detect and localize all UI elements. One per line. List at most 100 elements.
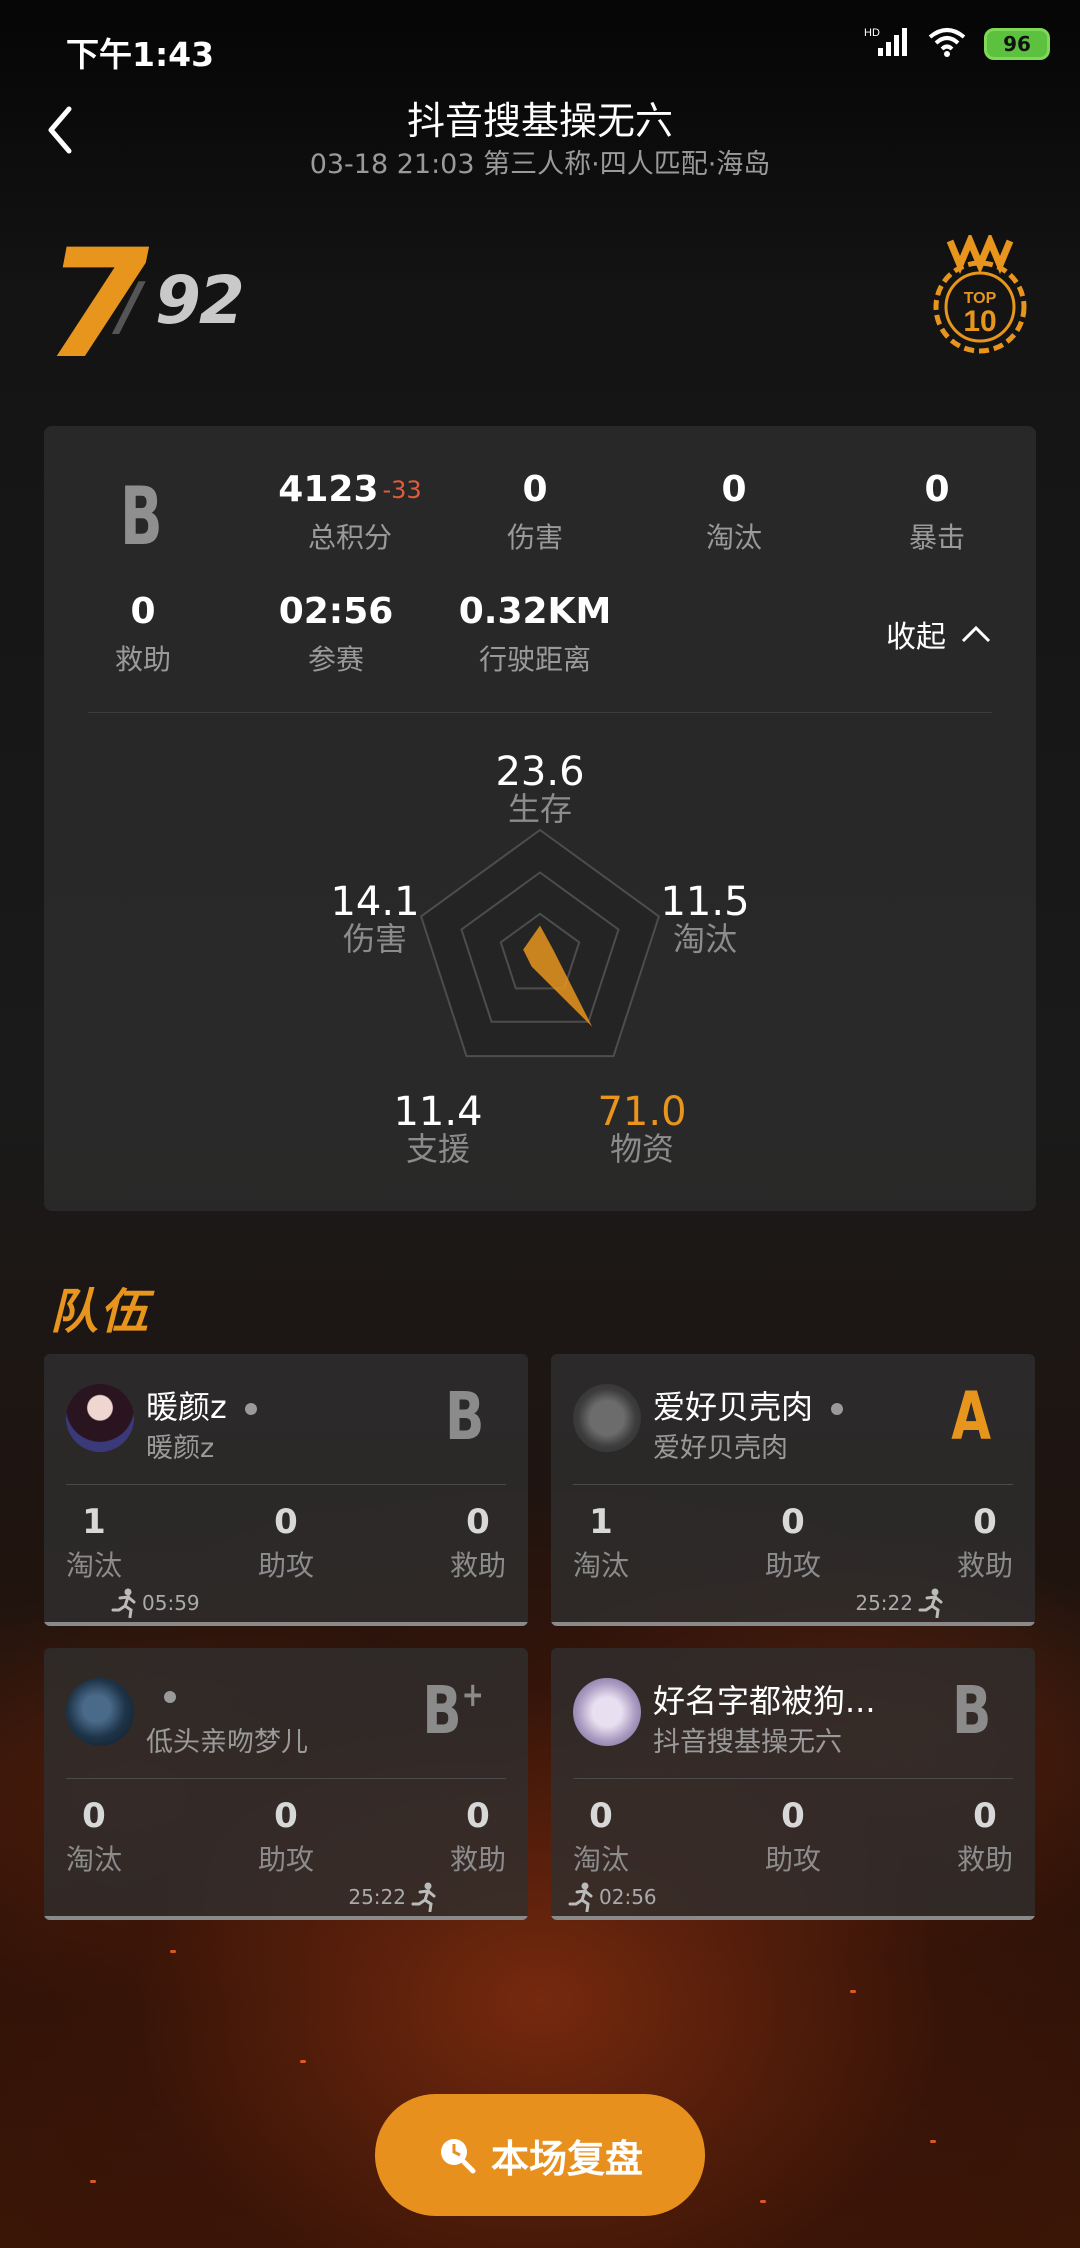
member-assists-value: 0 (274, 1502, 298, 1542)
member-kills-label: 淘汰 (572, 1843, 629, 1876)
signal-icon: HD (864, 26, 910, 62)
avatar (573, 1384, 641, 1452)
total-score-value: 4123 (278, 469, 379, 510)
card-separator (66, 1778, 506, 1779)
radar-support-label: 支援 (405, 1130, 470, 1168)
team-member-card[interactable]: 爱好贝壳肉 爱好贝壳肉 A 1 淘汰 0 助攻 0 救助 25:22 (551, 1354, 1035, 1626)
radar-chart (419, 828, 661, 1058)
online-dot (164, 1691, 176, 1703)
member-name: 暖颜z (146, 1388, 227, 1426)
running-icon (918, 1588, 943, 1618)
running-icon (111, 1588, 136, 1618)
member-kills-value: 1 (82, 1502, 106, 1542)
radar-survival-label: 生存 (507, 790, 572, 828)
collapse-button[interactable]: 收起 (886, 612, 992, 656)
member-kills-value: 1 (589, 1502, 613, 1542)
member-rescues-label: 救助 (956, 1843, 1013, 1876)
total-score-label: 总积分 (307, 521, 392, 554)
damage-label: 伤害 (506, 521, 563, 554)
stat-time-played: 02:56 参赛 (266, 592, 406, 678)
member-grade: B (444, 1378, 484, 1455)
online-dot (831, 1403, 844, 1415)
member-time: 05:59 (110, 1588, 200, 1618)
team-member-card[interactable]: 好名字都被狗... 抖音搜基操无六 B 0 淘汰 0 助攻 0 救助 02:56 (551, 1648, 1035, 1920)
member-name: 好名字都被狗... (653, 1682, 876, 1720)
stat-crits: 0 暴击 (867, 470, 1007, 556)
stat-assists: 0 救助 (73, 592, 213, 678)
member-time: 02:56 (567, 1882, 657, 1912)
progress-bar (44, 1622, 528, 1626)
search-clock-icon (440, 2139, 476, 2174)
member-grade: A (951, 1378, 991, 1455)
member-time-value: 02:56 (599, 1885, 657, 1909)
member-rescues-value: 0 (466, 1796, 490, 1836)
card-separator (573, 1484, 1013, 1485)
kills-label: 淘汰 (705, 521, 762, 554)
team-member-card[interactable]: 低头亲吻梦儿 B+ 0 淘汰 0 助攻 0 救助 25:22 (44, 1648, 528, 1920)
ember (170, 1950, 176, 1953)
rank-total: 92 (155, 262, 245, 339)
member-assists-value: 0 (781, 1796, 805, 1836)
avatar (66, 1384, 134, 1452)
running-icon (568, 1882, 593, 1912)
member-assists-value: 0 (274, 1796, 298, 1836)
card-separator (66, 1484, 506, 1485)
member-time-value: 25:22 (348, 1885, 406, 1909)
member-grade: B (951, 1672, 991, 1749)
drive-distance-label: 行驶距离 (478, 643, 591, 676)
running-icon (411, 1882, 436, 1912)
member-rescues-value: 0 (466, 1502, 490, 1542)
stat-kills: 0 淘汰 (664, 470, 804, 556)
member-kills-value: 0 (589, 1796, 613, 1836)
replay-button[interactable]: 本场复盘 (375, 2094, 705, 2216)
ember (760, 2200, 766, 2203)
stat-total-score: 4123 -33 总积分 (250, 470, 450, 556)
member-rescues-value: 0 (973, 1502, 997, 1542)
radar-damage-label: 伤害 (342, 920, 407, 958)
member-kills-label: 淘汰 (572, 1549, 629, 1582)
chevron-up-icon (961, 625, 991, 643)
radar-survival: 23.6 生存 (470, 750, 610, 830)
drive-distance-value: 0.32KM (458, 591, 612, 632)
member-kills-label: 淘汰 (65, 1549, 122, 1582)
match-subtitle: 03-18 21:03 第三人称·四人匹配·海岛 (309, 149, 771, 180)
team-member-card[interactable]: 暖颜z 暖颜z B 1 淘汰 0 助攻 0 救助 05:59 (44, 1354, 528, 1626)
status-time: 下午1:43 (66, 35, 215, 74)
member-grade-plus: + (461, 1675, 484, 1715)
time-played-label: 参赛 (307, 643, 364, 676)
member-grade-letter: B (422, 1672, 462, 1749)
member-assists-value: 0 (781, 1502, 805, 1542)
radar-kills: 11.5 淘汰 (635, 880, 775, 960)
member-sub: 爱好贝壳肉 (653, 1433, 788, 1464)
battery-icon: 96 (984, 28, 1050, 60)
member-sub: 抖音搜基操无六 (653, 1727, 842, 1758)
stat-damage: 0 伤害 (465, 470, 605, 556)
member-time-value: 05:59 (142, 1591, 200, 1615)
ember (930, 2140, 936, 2143)
time-played-value: 02:56 (278, 591, 394, 632)
page-title: 抖音搜基操无六 (406, 99, 673, 143)
progress-bar (551, 1622, 1035, 1626)
card-separator (573, 1778, 1013, 1779)
ember (90, 2180, 96, 2183)
member-sub: 暖颜z (146, 1433, 215, 1464)
progress-bar (551, 1916, 1035, 1920)
member-sub: 低头亲吻梦儿 (146, 1727, 308, 1758)
online-dot (244, 1403, 257, 1415)
rank-separator: / (118, 270, 142, 344)
collapse-label: 收起 (886, 620, 946, 655)
radar-support: 11.4 支援 (368, 1090, 508, 1170)
progress-bar (44, 1916, 528, 1920)
status-icons: HD 96 (864, 26, 1050, 62)
member-time: 25:22 (348, 1882, 438, 1912)
member-name: 爱好贝壳肉 (653, 1388, 814, 1426)
radar-damage: 14.1 伤害 (305, 880, 445, 960)
assists-label: 救助 (114, 643, 171, 676)
avatar (66, 1678, 134, 1746)
radar-supplies: 71.0 物资 (572, 1090, 712, 1170)
member-assists-label: 助攻 (764, 1549, 821, 1582)
crits-value: 0 (924, 469, 950, 510)
player-grade: B (120, 470, 163, 563)
assists-value: 0 (130, 591, 156, 632)
member-assists-label: 助攻 (257, 1549, 314, 1582)
